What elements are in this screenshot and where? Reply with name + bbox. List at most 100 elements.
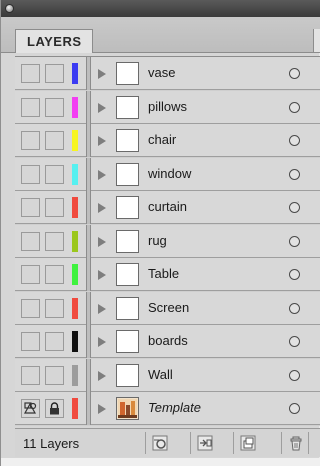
layer-name[interactable]: chair [148, 132, 176, 147]
layer-name[interactable]: curtain [148, 199, 187, 214]
expand-triangle-icon[interactable] [98, 102, 106, 113]
layer-color-swatch [72, 398, 78, 419]
layer-row[interactable]: curtain [15, 191, 320, 224]
lock-icon [50, 402, 59, 415]
lock-toggle[interactable] [45, 97, 64, 117]
lock-toggle[interactable] [45, 298, 64, 318]
new-layer-button[interactable] [233, 432, 261, 454]
trash-icon [290, 436, 302, 451]
column-divider [86, 358, 91, 392]
layer-row[interactable]: Screen [15, 291, 320, 325]
expand-triangle-icon[interactable] [98, 370, 106, 381]
lock-toggle[interactable] [45, 332, 64, 351]
make-clipping-mask-button[interactable] [190, 432, 218, 454]
expand-triangle-icon[interactable] [98, 203, 106, 213]
visibility-toggle[interactable] [21, 231, 40, 251]
layer-thumbnail [116, 62, 139, 85]
new-layer-icon [240, 435, 256, 451]
expand-triangle-icon[interactable] [98, 337, 106, 347]
layer-color-swatch [72, 163, 78, 185]
target-circle-icon[interactable] [289, 403, 300, 414]
lock-toggle[interactable] [45, 265, 64, 284]
visibility-toggle[interactable] [21, 298, 40, 318]
layer-thumbnail [116, 196, 139, 219]
visibility-toggle[interactable] [21, 332, 40, 351]
tab-layers[interactable]: LAYERS [15, 29, 93, 53]
layer-row[interactable]: vase [15, 57, 320, 90]
column-divider [86, 224, 91, 258]
lock-toggle[interactable] [45, 399, 64, 418]
expand-triangle-icon[interactable] [98, 169, 106, 180]
target-circle-icon[interactable] [289, 168, 300, 180]
visibility-toggle[interactable] [21, 131, 40, 150]
lock-toggle[interactable] [45, 198, 64, 217]
expand-triangle-icon[interactable] [98, 136, 106, 146]
visibility-toggle[interactable] [21, 198, 40, 217]
lock-toggle[interactable] [45, 365, 64, 385]
column-divider [86, 191, 91, 224]
lock-toggle[interactable] [45, 64, 64, 83]
layer-row[interactable]: pillows [15, 90, 320, 124]
layer-row[interactable]: window [15, 157, 320, 191]
visibility-toggle[interactable] [21, 164, 40, 184]
layer-row[interactable]: Table [15, 258, 320, 291]
layer-color-swatch [72, 96, 78, 118]
layer-name[interactable]: pillows [148, 99, 187, 114]
target-circle-icon[interactable] [289, 302, 300, 314]
visibility-toggle[interactable] [21, 64, 40, 83]
layer-name[interactable]: Template [148, 400, 201, 415]
column-divider [86, 90, 91, 124]
target-circle-icon[interactable] [289, 135, 300, 146]
expand-triangle-icon[interactable] [98, 236, 106, 247]
column-divider [86, 157, 91, 191]
layer-color-swatch [72, 331, 78, 352]
panel-title-bar[interactable] [1, 0, 320, 17]
visibility-toggle[interactable] [21, 399, 40, 418]
target-circle-icon[interactable] [289, 101, 300, 113]
locate-object-icon [152, 435, 168, 451]
layer-row[interactable]: chair [15, 124, 320, 157]
layer-name[interactable]: window [148, 166, 191, 181]
template-thumbnail-image [118, 399, 137, 418]
expand-triangle-icon[interactable] [98, 270, 106, 280]
expand-triangle-icon[interactable] [98, 303, 106, 314]
panel-menu-button[interactable] [313, 29, 320, 52]
layer-thumbnail [116, 263, 139, 286]
close-button[interactable] [5, 4, 14, 13]
target-circle-icon[interactable] [289, 369, 300, 381]
target-circle-icon[interactable] [289, 269, 300, 280]
target-circle-icon[interactable] [289, 235, 300, 247]
layer-name[interactable]: rug [148, 233, 167, 248]
target-circle-icon[interactable] [289, 68, 300, 79]
target-circle-icon[interactable] [289, 202, 300, 213]
column-divider [86, 124, 91, 157]
layer-name[interactable]: vase [148, 65, 175, 80]
locate-object-button[interactable] [145, 432, 173, 454]
layer-name[interactable]: Table [148, 266, 179, 281]
lock-toggle[interactable] [45, 231, 64, 251]
column-divider [86, 291, 91, 325]
expand-triangle-icon[interactable] [98, 69, 106, 79]
layer-thumbnail [116, 95, 139, 119]
layer-count: 11 Layers [23, 436, 80, 451]
target-circle-icon[interactable] [289, 336, 300, 347]
layer-row[interactable]: Wall [15, 358, 320, 392]
panel-footer: 11 Layers [15, 428, 320, 457]
visibility-toggle[interactable] [21, 97, 40, 117]
visibility-toggle[interactable] [21, 365, 40, 385]
layer-name[interactable]: Wall [148, 367, 173, 382]
layer-color-swatch [72, 130, 78, 151]
visibility-toggle[interactable] [21, 265, 40, 284]
layer-row[interactable]: Template [15, 392, 320, 425]
layer-name[interactable]: boards [148, 333, 188, 348]
expand-triangle-icon[interactable] [98, 404, 106, 414]
delete-layer-button[interactable] [281, 432, 309, 454]
layer-thumbnail [116, 363, 139, 387]
layer-row[interactable]: rug [15, 224, 320, 258]
lock-toggle[interactable] [45, 164, 64, 184]
layer-name[interactable]: Screen [148, 300, 189, 315]
layer-row[interactable]: boards [15, 325, 320, 358]
layer-list: vase pillows chair window curtain rug Table Scr… [15, 56, 320, 426]
layer-color-swatch [72, 63, 78, 84]
lock-toggle[interactable] [45, 131, 64, 150]
